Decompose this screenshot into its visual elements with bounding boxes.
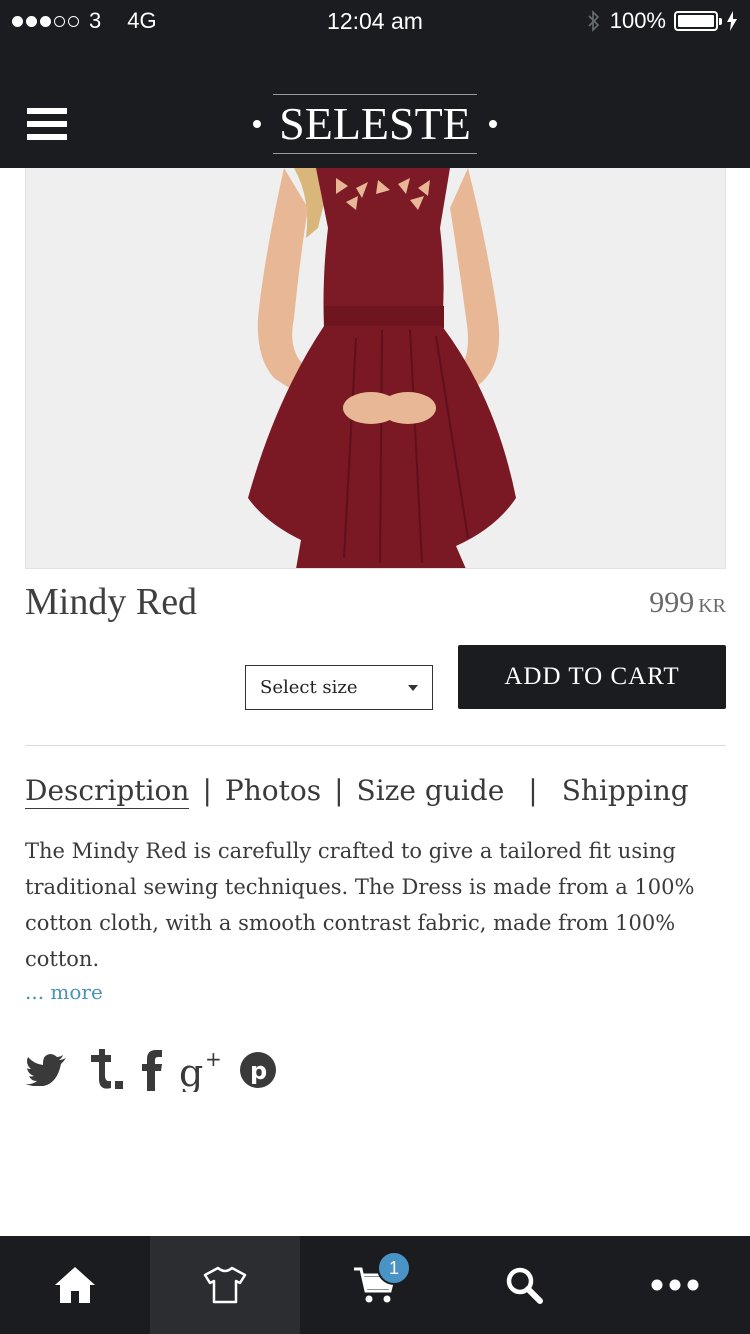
tab-shipping[interactable]: Shipping (562, 774, 689, 807)
pinterest-icon[interactable]: p (239, 1051, 277, 1089)
cart-count-badge: 1 (377, 1251, 411, 1285)
search-icon (506, 1267, 543, 1304)
size-select-value: Select size (260, 677, 358, 698)
nav-search[interactable] (450, 1236, 600, 1334)
dress-photo (26, 168, 725, 568)
more-link[interactable]: ... more (25, 980, 103, 1004)
brand-name: SELESTE (273, 94, 477, 154)
nav-cart[interactable]: 1 (300, 1236, 450, 1334)
svg-text:+: + (205, 1048, 222, 1071)
product-price: 999 KR (649, 586, 726, 620)
add-to-cart-button[interactable]: ADD TO CART (458, 645, 726, 709)
battery-icon (674, 11, 722, 31)
tab-size-guide[interactable]: Size guide (357, 774, 505, 807)
price-currency: KR (698, 595, 726, 617)
nav-shop[interactable] (150, 1236, 300, 1334)
nav-home[interactable] (0, 1236, 150, 1334)
charging-icon (727, 11, 737, 31)
product-title: Mindy Red (25, 581, 198, 623)
google-plus-icon[interactable]: g + (179, 1048, 223, 1092)
twitter-icon[interactable] (25, 1054, 67, 1086)
product-info-tabs: Description | Photos | Size guide | Shipping (25, 774, 689, 809)
nav-more[interactable] (600, 1236, 750, 1334)
brand-logo[interactable]: SELESTE (0, 94, 750, 154)
svg-text:g: g (179, 1051, 203, 1092)
status-bar: 3 4G 12:04 am 100% (0, 0, 750, 40)
tab-photos[interactable]: Photos (225, 774, 321, 807)
battery-percent: 100% (609, 8, 666, 33)
size-select[interactable]: Select size (245, 665, 433, 710)
dropdown-arrow-icon (408, 685, 418, 691)
tab-description[interactable]: Description (25, 774, 190, 809)
tshirt-icon (203, 1266, 247, 1304)
status-right: 100% (586, 8, 738, 34)
app-header: SELESTE (0, 40, 750, 168)
more-icon (651, 1279, 699, 1291)
section-divider (25, 745, 726, 746)
bottom-tab-bar: 1 (0, 1236, 750, 1334)
social-share: g + p (25, 1048, 277, 1092)
home-icon (55, 1267, 95, 1303)
facebook-icon[interactable] (141, 1049, 163, 1091)
product-image[interactable] (25, 168, 726, 569)
bluetooth-icon (588, 10, 599, 32)
product-description: The Mindy Red is carefully crafted to gi… (25, 839, 695, 971)
svg-text:p: p (250, 1057, 267, 1085)
price-amount: 999 (649, 586, 695, 619)
tumblr-icon[interactable] (83, 1049, 125, 1091)
